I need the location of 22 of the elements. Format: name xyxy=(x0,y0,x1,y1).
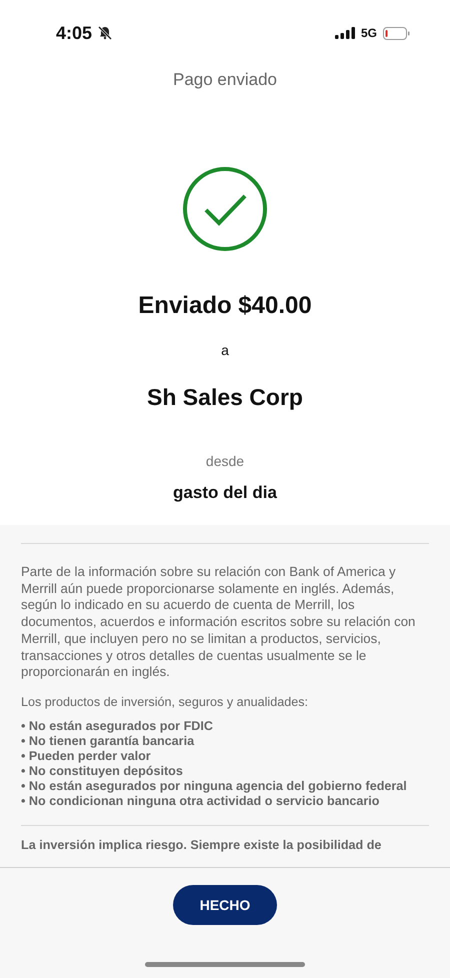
amount-sent: Enviado $40.00 xyxy=(138,292,312,320)
disclosure-bullet: • No tienen garantía bancaria xyxy=(21,734,196,749)
disclosure-bullet: • No condicionan ninguna otra actividad o servicio bancario xyxy=(21,794,380,809)
risk-text: La inversión implica riesgo. Siempre existe la posibilidad de xyxy=(21,838,382,852)
disclosure-bullet: • No están asegurados por ninguna agencia del gobierno federal xyxy=(21,778,408,794)
to-label: a xyxy=(221,342,229,358)
screen-title: Pago enviado xyxy=(172,70,278,90)
signal-icon xyxy=(334,27,355,39)
battery-icon xyxy=(383,26,410,40)
disclosure-paragraph: Parte de la información sobre su relación con Bank of America y Merrill aún puede proporcionarse solamente en inglés. Además, según lo indicado en su acuerdo de cuenta de Merrill, los documentos, acuerdos e información escritos sobre su relación con Merrill, que incluyen pero no se limitan a productos, servicios, transacciones y otros detalles de cuentas usualmente se le proporcionarán en inglés. xyxy=(21,564,416,681)
checkmark-circle-icon xyxy=(182,166,268,252)
disclosure-bullet: • No están asegurados por FDIC xyxy=(21,718,214,734)
network-label: 5G xyxy=(360,26,377,40)
done-button[interactable]: HECHO xyxy=(173,885,277,925)
from-label: desde xyxy=(206,453,244,469)
disclosure-bullet: • Pueden perder valor xyxy=(21,748,152,764)
bell-muted-icon xyxy=(98,26,112,40)
recipient-name: Sh Sales Corp xyxy=(147,384,303,411)
products-intro: Los productos de inversión, seguros y anualidades: xyxy=(21,694,310,709)
disclosure-bullet: • No constituyen depósitos xyxy=(21,764,184,779)
account-name: gasto del dia xyxy=(173,483,277,503)
clock-time: 4:05 xyxy=(56,22,92,44)
